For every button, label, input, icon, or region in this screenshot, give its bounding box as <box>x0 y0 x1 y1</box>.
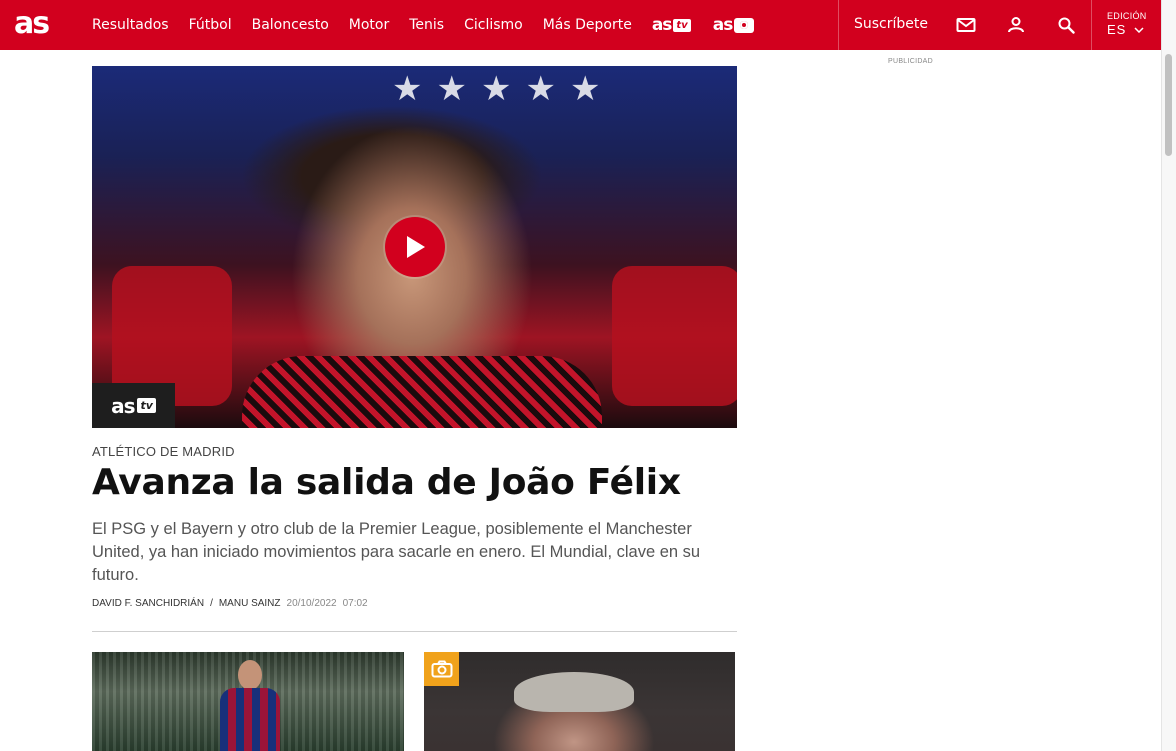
gallery-thumbnail[interactable] <box>424 652 735 751</box>
stars-decoration: ★ ★ ★ ★ ★ <box>392 69 601 109</box>
as-foto-logo-text: as <box>712 15 734 35</box>
nav-item-baloncesto[interactable]: Baloncesto <box>252 17 329 33</box>
play-button[interactable] <box>385 217 445 277</box>
main-nav: Resultados Fútbol Baloncesto Motor Tenis… <box>92 0 776 50</box>
header-divider <box>838 0 839 50</box>
hero-video[interactable]: ★ ★ ★ ★ ★ as tv <box>92 66 737 428</box>
article-time: 07:02 <box>342 598 368 609</box>
nav-item-resultados[interactable]: Resultados <box>92 17 169 33</box>
person-figure <box>514 672 634 712</box>
gallery-badge <box>424 652 459 686</box>
scrollbar-thumb[interactable] <box>1165 54 1172 156</box>
as-logo[interactable]: as <box>14 9 50 39</box>
nav-item-ciclismo[interactable]: Ciclismo <box>464 17 523 33</box>
article-kicker[interactable]: ATLÉTICO DE MADRID <box>92 444 235 459</box>
mail-icon[interactable] <box>954 13 978 37</box>
as-tv-logo-text: as <box>651 15 673 35</box>
nav-item-futbol[interactable]: Fútbol <box>189 17 232 33</box>
player-shirt <box>242 356 602 428</box>
as-tv-link[interactable]: as tv <box>652 15 691 35</box>
nav-item-mas-deporte[interactable]: Más Deporte <box>543 17 632 33</box>
as-foto-link[interactable]: as <box>713 15 755 35</box>
camera-icon <box>734 17 755 33</box>
chevron-down-icon <box>1134 26 1144 33</box>
author-link[interactable]: MANU SAINZ <box>219 598 281 609</box>
top-navigation-bar: as Resultados Fútbol Baloncesto Motor Te… <box>0 0 1161 50</box>
edition-selector[interactable]: EDICIÓN ES <box>1107 11 1147 37</box>
camera-icon <box>431 660 452 678</box>
user-icon[interactable] <box>1004 13 1028 37</box>
article-thumbnail[interactable] <box>92 652 404 751</box>
edition-value: ES <box>1107 22 1127 37</box>
header-divider <box>1091 0 1092 50</box>
edition-label: EDICIÓN <box>1107 11 1147 21</box>
section-divider <box>92 631 737 632</box>
search-icon[interactable] <box>1054 13 1078 37</box>
player-figure <box>220 660 280 751</box>
article-byline: DAVID F. SANCHIDRIÁN / MANU SAINZ 20/10/… <box>92 598 368 609</box>
author-separator: / <box>210 598 213 609</box>
subscribe-link[interactable]: Suscríbete <box>854 16 928 32</box>
play-icon <box>407 236 425 258</box>
nav-item-motor[interactable]: Motor <box>349 17 389 33</box>
ad-label: PUBLICIDAD <box>888 58 934 65</box>
article-summary: El PSG y el Bayern y otro club de la Pre… <box>92 520 701 584</box>
tv-tag: tv <box>137 398 156 413</box>
tv-tag: tv <box>673 18 691 32</box>
article-headline[interactable]: Avanza la salida de João Félix <box>92 462 681 503</box>
author-link[interactable]: DAVID F. SANCHIDRIÁN <box>92 598 204 609</box>
article-date: 20/10/2022 <box>286 598 337 609</box>
stadium-seat <box>612 266 737 406</box>
nav-item-tenis[interactable]: Tenis <box>409 17 444 33</box>
as-tv-badge: as tv <box>92 383 175 428</box>
as-tv-badge-text: as <box>111 393 135 418</box>
